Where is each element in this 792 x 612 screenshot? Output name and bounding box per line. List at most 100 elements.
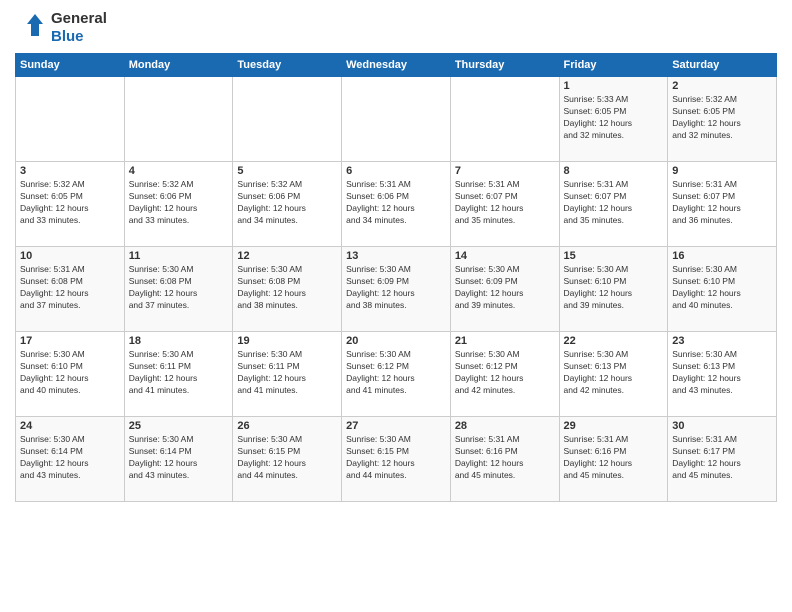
weekday-header-friday: Friday [559, 54, 668, 77]
day-info: Sunrise: 5:30 AM Sunset: 6:11 PM Dayligh… [237, 349, 337, 397]
day-number: 30 [672, 420, 772, 432]
calendar-week-3: 10 Sunrise: 5:31 AM Sunset: 6:08 PM Dayli… [16, 247, 777, 332]
calendar-cell: 16 Sunrise: 5:30 AM Sunset: 6:10 PM Dayli… [668, 247, 777, 332]
day-info: Sunrise: 5:31 AM Sunset: 6:16 PM Dayligh… [564, 434, 664, 482]
calendar-cell: 4 Sunrise: 5:32 AM Sunset: 6:06 PM Daylig… [124, 162, 233, 247]
day-number: 18 [129, 335, 229, 347]
calendar-cell: 19 Sunrise: 5:30 AM Sunset: 6:11 PM Dayli… [233, 332, 342, 417]
day-info: Sunrise: 5:30 AM Sunset: 6:13 PM Dayligh… [564, 349, 664, 397]
calendar-cell: 23Sunrise: 5:30 AM Sunset: 6:13 PM Dayli… [668, 332, 777, 417]
day-info: Sunrise: 5:33 AM Sunset: 6:05 PM Dayligh… [564, 94, 664, 142]
logo-svg [15, 12, 47, 44]
calendar-week-1: 1 Sunrise: 5:33 AM Sunset: 6:05 PM Daylig… [16, 77, 777, 162]
calendar-cell: 5 Sunrise: 5:32 AM Sunset: 6:06 PM Daylig… [233, 162, 342, 247]
calendar-cell: 1 Sunrise: 5:33 AM Sunset: 6:05 PM Daylig… [559, 77, 668, 162]
calendar-cell: 12 Sunrise: 5:30 AM Sunset: 6:08 PM Dayli… [233, 247, 342, 332]
calendar-cell [342, 77, 451, 162]
calendar-cell: 3 Sunrise: 5:32 AM Sunset: 6:05 PM Daylig… [16, 162, 125, 247]
day-number: 8 [564, 165, 664, 177]
day-number: 4 [129, 165, 229, 177]
day-info: Sunrise: 5:30 AM Sunset: 6:10 PM Dayligh… [564, 264, 664, 312]
day-number: 16 [672, 250, 772, 262]
calendar-cell: 27Sunrise: 5:30 AM Sunset: 6:15 PM Dayli… [342, 417, 451, 502]
day-number: 24 [20, 420, 120, 432]
day-info: Sunrise: 5:32 AM Sunset: 6:05 PM Dayligh… [20, 179, 120, 227]
weekday-header-wednesday: Wednesday [342, 54, 451, 77]
day-info: Sunrise: 5:32 AM Sunset: 6:06 PM Dayligh… [237, 179, 337, 227]
calendar-cell: 7 Sunrise: 5:31 AM Sunset: 6:07 PM Daylig… [450, 162, 559, 247]
page: General Blue SundayMondayTuesdayWednesda… [0, 0, 792, 612]
calendar-cell [124, 77, 233, 162]
calendar-cell [16, 77, 125, 162]
weekday-header-monday: Monday [124, 54, 233, 77]
calendar-week-4: 17 Sunrise: 5:30 AM Sunset: 6:10 PM Dayli… [16, 332, 777, 417]
day-number: 7 [455, 165, 555, 177]
weekday-header-row: SundayMondayTuesdayWednesdayThursdayFrid… [16, 54, 777, 77]
calendar-cell: 2Sunrise: 5:32 AM Sunset: 6:05 PM Daylig… [668, 77, 777, 162]
day-info: Sunrise: 5:30 AM Sunset: 6:15 PM Dayligh… [237, 434, 337, 482]
day-info: Sunrise: 5:30 AM Sunset: 6:08 PM Dayligh… [237, 264, 337, 312]
day-number: 5 [237, 165, 337, 177]
day-number: 14 [455, 250, 555, 262]
day-info: Sunrise: 5:30 AM Sunset: 6:15 PM Dayligh… [346, 434, 446, 482]
day-info: Sunrise: 5:31 AM Sunset: 6:07 PM Dayligh… [672, 179, 772, 227]
day-number: 25 [129, 420, 229, 432]
day-number: 28 [455, 420, 555, 432]
day-number: 15 [564, 250, 664, 262]
day-info: Sunrise: 5:32 AM Sunset: 6:05 PM Dayligh… [672, 94, 772, 142]
calendar-cell: 9 Sunrise: 5:31 AM Sunset: 6:07 PM Daylig… [668, 162, 777, 247]
calendar-cell: 6 Sunrise: 5:31 AM Sunset: 6:06 PM Daylig… [342, 162, 451, 247]
logo-blue: Blue [51, 28, 84, 45]
day-number: 22 [564, 335, 664, 347]
calendar-cell: 24 Sunrise: 5:30 AM Sunset: 6:14 PM Dayli… [16, 417, 125, 502]
calendar-cell: 29Sunrise: 5:31 AM Sunset: 6:16 PM Dayli… [559, 417, 668, 502]
day-number: 10 [20, 250, 120, 262]
calendar-cell [450, 77, 559, 162]
day-info: Sunrise: 5:30 AM Sunset: 6:14 PM Dayligh… [129, 434, 229, 482]
calendar-cell: 11Sunrise: 5:30 AM Sunset: 6:08 PM Dayli… [124, 247, 233, 332]
day-info: Sunrise: 5:30 AM Sunset: 6:08 PM Dayligh… [129, 264, 229, 312]
day-info: Sunrise: 5:31 AM Sunset: 6:08 PM Dayligh… [20, 264, 120, 312]
weekday-header-tuesday: Tuesday [233, 54, 342, 77]
calendar-cell: 17 Sunrise: 5:30 AM Sunset: 6:10 PM Dayli… [16, 332, 125, 417]
day-number: 17 [20, 335, 120, 347]
calendar-cell: 30Sunrise: 5:31 AM Sunset: 6:17 PM Dayli… [668, 417, 777, 502]
day-info: Sunrise: 5:30 AM Sunset: 6:10 PM Dayligh… [672, 264, 772, 312]
calendar-week-5: 24 Sunrise: 5:30 AM Sunset: 6:14 PM Dayli… [16, 417, 777, 502]
calendar-cell [233, 77, 342, 162]
day-info: Sunrise: 5:30 AM Sunset: 6:09 PM Dayligh… [455, 264, 555, 312]
day-number: 21 [455, 335, 555, 347]
day-number: 12 [237, 250, 337, 262]
logo-general: General [51, 10, 107, 27]
calendar-cell: 13 Sunrise: 5:30 AM Sunset: 6:09 PM Dayli… [342, 247, 451, 332]
day-info: Sunrise: 5:31 AM Sunset: 6:07 PM Dayligh… [455, 179, 555, 227]
day-number: 6 [346, 165, 446, 177]
day-number: 20 [346, 335, 446, 347]
day-info: Sunrise: 5:30 AM Sunset: 6:14 PM Dayligh… [20, 434, 120, 482]
day-info: Sunrise: 5:31 AM Sunset: 6:07 PM Dayligh… [564, 179, 664, 227]
day-number: 19 [237, 335, 337, 347]
day-number: 13 [346, 250, 446, 262]
weekday-header-saturday: Saturday [668, 54, 777, 77]
header: General Blue [15, 10, 777, 45]
day-info: Sunrise: 5:31 AM Sunset: 6:16 PM Dayligh… [455, 434, 555, 482]
day-info: Sunrise: 5:30 AM Sunset: 6:10 PM Dayligh… [20, 349, 120, 397]
calendar-cell: 8 Sunrise: 5:31 AM Sunset: 6:07 PM Daylig… [559, 162, 668, 247]
day-number: 3 [20, 165, 120, 177]
weekday-header-sunday: Sunday [16, 54, 125, 77]
day-info: Sunrise: 5:31 AM Sunset: 6:06 PM Dayligh… [346, 179, 446, 227]
day-number: 1 [564, 80, 664, 92]
day-number: 9 [672, 165, 772, 177]
logo-text: General Blue [51, 10, 107, 45]
day-number: 26 [237, 420, 337, 432]
calendar-cell: 15 Sunrise: 5:30 AM Sunset: 6:10 PM Dayli… [559, 247, 668, 332]
day-number: 23 [672, 335, 772, 347]
calendar-cell: 21Sunrise: 5:30 AM Sunset: 6:12 PM Dayli… [450, 332, 559, 417]
calendar-cell: 14 Sunrise: 5:30 AM Sunset: 6:09 PM Dayli… [450, 247, 559, 332]
calendar-table: SundayMondayTuesdayWednesdayThursdayFrid… [15, 53, 777, 502]
day-info: Sunrise: 5:32 AM Sunset: 6:06 PM Dayligh… [129, 179, 229, 227]
calendar-cell: 18Sunrise: 5:30 AM Sunset: 6:11 PM Dayli… [124, 332, 233, 417]
logo: General Blue [15, 10, 107, 45]
calendar-week-2: 3 Sunrise: 5:32 AM Sunset: 6:05 PM Daylig… [16, 162, 777, 247]
day-info: Sunrise: 5:30 AM Sunset: 6:09 PM Dayligh… [346, 264, 446, 312]
